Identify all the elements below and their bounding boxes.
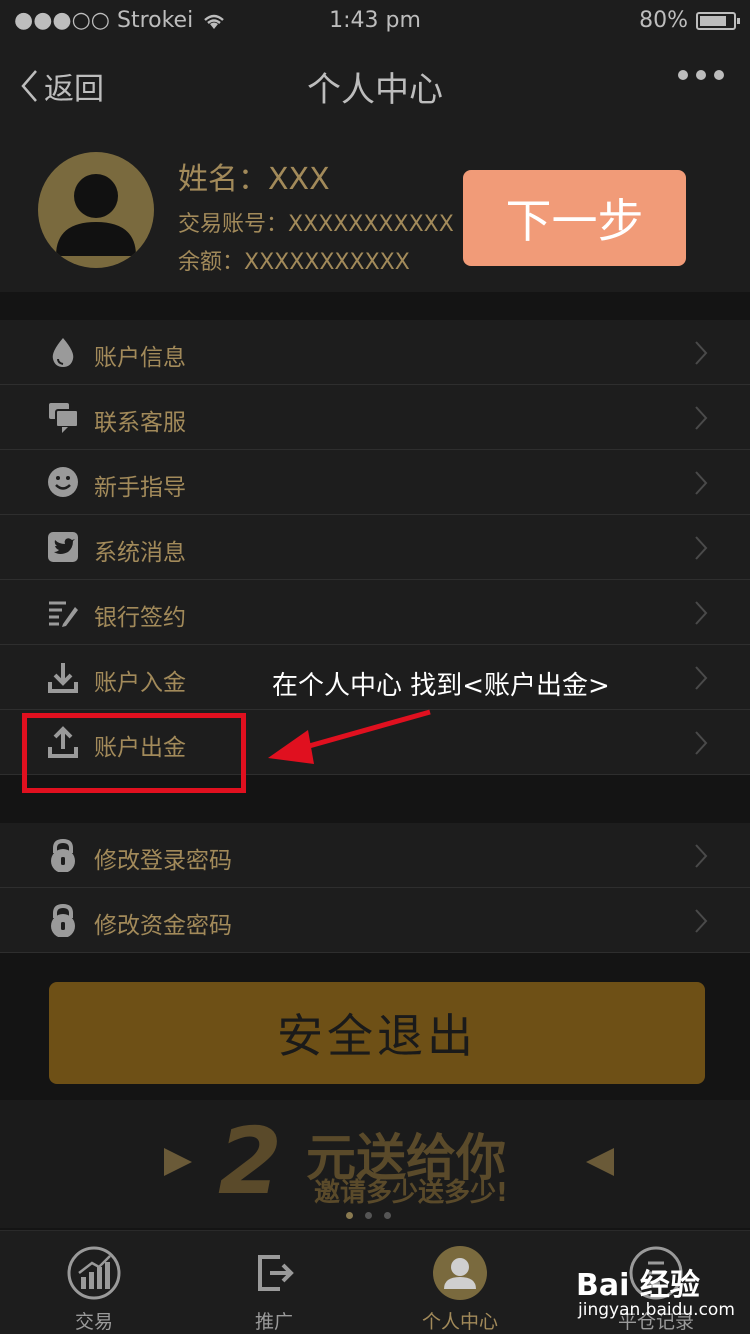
menu-item[interactable]: 修改登录密码: [0, 823, 750, 888]
menu-item[interactable]: 银行签约: [0, 580, 750, 645]
pager-dot[interactable]: [346, 1212, 353, 1219]
chevron-right-icon: [695, 909, 708, 933]
banner-pager[interactable]: [346, 1212, 391, 1219]
watermark: Bai 经验 jingyan.baidu.com: [576, 1260, 746, 1334]
menu-item-label: 系统消息: [94, 540, 186, 566]
chevron-right-icon: [695, 666, 708, 690]
bird-icon: [48, 532, 78, 562]
avatar[interactable]: [38, 152, 154, 268]
user-icon: [433, 1246, 487, 1300]
profile-balance: 余额：XXXXXXXXXXX: [178, 250, 410, 275]
watermark-brand: Bai 经验: [576, 1268, 700, 1303]
promo-banner[interactable]: 2 元送给你 邀请多少送多少!: [0, 1100, 750, 1228]
menu-item-label: 账户信息: [94, 345, 186, 371]
profile-name: 姓名：XXX: [178, 162, 330, 197]
download-icon: [48, 663, 78, 693]
exit-icon: [258, 1255, 294, 1291]
chevron-right-icon: [695, 731, 708, 755]
chevron-right-icon: [695, 601, 708, 625]
tab-label: 交易: [74, 1311, 113, 1333]
chevron-right-icon: [695, 844, 708, 868]
menu-item[interactable]: 新手指导: [0, 450, 750, 515]
more-button[interactable]: [678, 70, 724, 80]
pager-dot[interactable]: [384, 1212, 391, 1219]
more-dot-icon: [714, 70, 724, 80]
tab-trade[interactable]: 交易: [0, 1231, 188, 1334]
highlight-box: [22, 713, 246, 793]
chat-icon: [49, 403, 79, 433]
battery-percent: 80%: [639, 8, 688, 33]
lock-icon: [51, 838, 75, 872]
menu-item-label: 银行签约: [94, 605, 186, 631]
user-icon: [56, 174, 136, 256]
status-time: 1:43 pm: [329, 8, 421, 33]
chevron-right-icon: [695, 471, 708, 495]
tab-promote[interactable]: 推广: [180, 1231, 368, 1334]
menu-item-label: 修改资金密码: [94, 913, 232, 939]
menu-item[interactable]: 系统消息: [0, 515, 750, 580]
next-step-button[interactable]: 下一步: [463, 170, 686, 266]
page-title: 个人中心: [307, 70, 443, 110]
menu-item[interactable]: 账户信息: [0, 320, 750, 385]
menu-item[interactable]: 联系客服: [0, 385, 750, 450]
logout-button[interactable]: 安全退出: [49, 982, 705, 1084]
tab-profile[interactable]: 个人中心: [366, 1231, 554, 1334]
tab-label: 个人中心: [421, 1311, 498, 1333]
menu-item-label: 联系客服: [94, 410, 186, 436]
chart-icon: [67, 1246, 121, 1300]
banner-number: 2: [218, 1108, 283, 1215]
tab-label: 推广: [254, 1311, 293, 1333]
nav-bar: 返回 个人中心: [0, 40, 750, 128]
battery-icon: [696, 11, 740, 30]
status-right: 80%: [639, 8, 740, 33]
pager-dot[interactable]: [365, 1212, 372, 1219]
watermark-site: jingyan.baidu.com: [578, 1300, 735, 1320]
smiley-icon: [48, 467, 78, 497]
more-dot-icon: [678, 70, 688, 80]
banner-subtitle: 邀请多少送多少!: [314, 1178, 508, 1208]
profile-account: 交易账号：XXXXXXXXXXX: [178, 212, 454, 237]
lock-icon: [51, 903, 75, 937]
sign-icon: [49, 601, 78, 627]
arrow-right-icon: [586, 1148, 614, 1176]
menu-item-label: 新手指导: [94, 475, 186, 501]
menu-item-label: 修改登录密码: [94, 848, 232, 874]
chevron-right-icon: [695, 536, 708, 560]
annotation-text: 在个人中心 找到<账户出金>: [272, 671, 610, 701]
chevron-right-icon: [695, 406, 708, 430]
more-dot-icon: [696, 70, 706, 80]
drop-icon: [52, 338, 74, 367]
arrow-left-icon: [164, 1148, 192, 1176]
annotation-arrow-icon: [268, 709, 431, 764]
menu-group-security: 修改登录密码 修改资金密码: [0, 823, 750, 953]
menu-item[interactable]: 修改资金密码: [0, 888, 750, 953]
chevron-right-icon: [695, 341, 708, 365]
status-bar: ●●●○○ Strokei 1:43 pm 80%: [0, 0, 750, 40]
menu-item-label: 账户入金: [94, 670, 186, 696]
